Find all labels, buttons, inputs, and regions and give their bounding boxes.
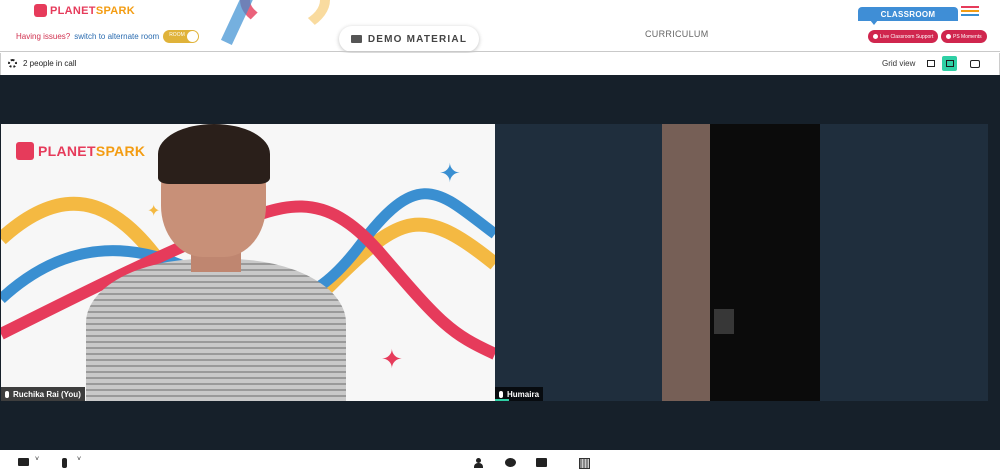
ps-moments-button[interactable]: PS Moments [941, 30, 987, 43]
video-tile-remote[interactable] [495, 124, 988, 401]
speaking-indicator [495, 399, 509, 401]
plus-icon [873, 34, 878, 39]
live-support-label: Live Classroom Support [880, 33, 934, 40]
sparkle-icon: ✦ [439, 158, 461, 188]
microphone-icon [499, 390, 503, 398]
person-icon[interactable] [474, 458, 483, 468]
toggle-label: ROOM [169, 32, 185, 38]
microphone-icon[interactable] [62, 458, 67, 468]
participant-video [66, 124, 366, 401]
call-controls-bar: ˅ ˅ [0, 450, 1000, 475]
participant-name: Ruchika Rai (You) [13, 389, 81, 399]
video-tile-local[interactable]: PLANETSPARK ✦ ✦ ✦ [1, 124, 495, 401]
folder-icon [350, 35, 362, 43]
planetspark-logo[interactable]: PLANETSPARK [34, 4, 135, 17]
live-classroom-support-button[interactable]: Live Classroom Support [868, 30, 939, 43]
grid-layout-icon[interactable] [942, 56, 957, 71]
sidebar-layout-icon[interactable] [923, 56, 938, 71]
people-count: 2 people in call [23, 59, 77, 68]
robot-logo-icon [16, 142, 34, 160]
toggle-knob [187, 31, 199, 42]
caret-down-icon [870, 20, 878, 25]
chevron-down-icon[interactable]: ˅ [35, 456, 39, 463]
demo-material-label: DEMO MATERIAL [367, 33, 468, 45]
grid-view-label: Grid view [882, 59, 916, 68]
header-bar: PLANETSPARK Having issues? switch to alt… [0, 0, 1000, 54]
microphone-icon [5, 390, 9, 398]
ps-moments-label: PS Moments [953, 33, 982, 40]
alternate-room-notice: Having issues? switch to alternate room … [16, 30, 200, 43]
switch-room-link[interactable]: switch to alternate room [74, 32, 159, 41]
robot-logo-icon [34, 4, 47, 17]
hamburger-menu-icon[interactable] [961, 6, 979, 18]
chat-bubbles-icon[interactable] [967, 56, 982, 71]
chevron-down-icon[interactable]: ˅ [77, 456, 81, 463]
chat-icon[interactable] [505, 458, 516, 467]
sparkle-icon: ✦ [381, 344, 403, 374]
demo-material-button[interactable]: DEMO MATERIAL [339, 26, 479, 52]
participant-hair [158, 124, 270, 184]
screen-share-icon[interactable] [536, 458, 547, 467]
plus-icon [946, 34, 951, 39]
camera-detail [714, 309, 734, 334]
header-divider [0, 51, 1000, 52]
participant-video [662, 124, 820, 401]
whiteboard-icon[interactable] [579, 458, 590, 469]
camera-blur [662, 124, 710, 401]
call-toolbar: 2 people in call Grid view [0, 53, 1000, 75]
participant-name: Humaira [507, 389, 540, 399]
curriculum-link[interactable]: CURRICULUM [645, 29, 709, 39]
participant-name-tag: Ruchika Rai (You) [1, 387, 85, 401]
logo-text: PLANETSPARK [50, 4, 136, 17]
video-camera-icon[interactable] [18, 458, 29, 466]
issues-question: Having issues? [16, 32, 71, 41]
alternate-room-toggle[interactable]: ROOM [163, 30, 200, 43]
gear-icon[interactable] [8, 59, 17, 68]
classroom-tab[interactable]: CLASSROOM [858, 7, 958, 21]
participant-shirt [86, 259, 346, 401]
